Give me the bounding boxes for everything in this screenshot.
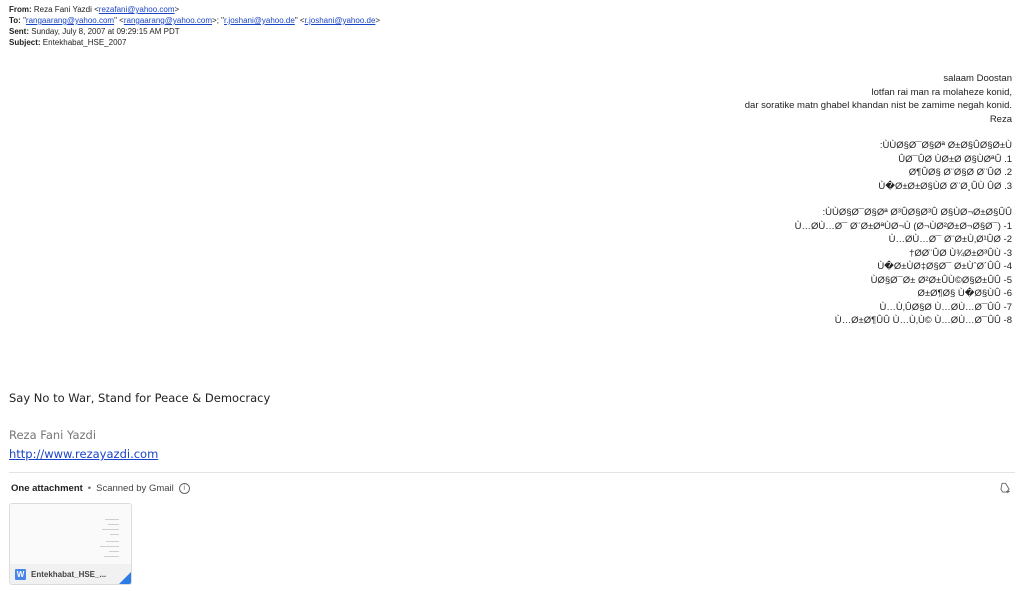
sent-row: Sent: Sunday, July 8, 2007 at 09:29:15 A… xyxy=(9,26,380,37)
attachment-count: One attachment xyxy=(11,483,83,494)
body-line: ÛØ¯ÛØ ÙØ±Ø Ø§ÙØªÛ .1 xyxy=(898,153,1012,165)
body-line: Ù…Ø±Ø¶ÛÛ Ù…Ù‚Ù© Ù…ØÙ…Ø¯ÛÛ -8 xyxy=(834,315,1012,326)
attachment-filename: Entekhabat_HSE_... xyxy=(31,569,107,579)
attachment-card[interactable]: W Entekhabat_HSE_... xyxy=(9,503,132,585)
to-row: To: "rangaarang@yahoo.com" <rangaarang@y… xyxy=(9,16,381,25)
body-line: Ù…Ù‚ÛØ§Ø Ù…ØÙ…Ø¯ÛÛ -7 xyxy=(879,301,1012,313)
message-body: salaam Doostan lotfan rai man ra molahez… xyxy=(745,72,1012,328)
from-email-link[interactable]: rezafani@yahoo.com xyxy=(99,5,175,14)
subject-row: Subject: Entekhabat_HSE_2007 xyxy=(9,37,380,48)
from-name: Reza Fani Yazdi xyxy=(33,5,92,14)
to-recipient-1-email[interactable]: rangaarang@yahoo.com xyxy=(124,16,212,25)
sent-value: Sunday, July 8, 2007 at 09:29:15 AM PDT xyxy=(31,27,180,36)
body-line: :ÙÙØ§Ø¯Ø§Øª Ø±Ø§ÛØ§Ø±Ù xyxy=(879,140,1012,151)
from-label: From: xyxy=(9,5,32,14)
signature-website-link[interactable]: http://www.rezayazdi.com xyxy=(9,447,158,461)
body-line: Reza xyxy=(989,113,1012,125)
attachment-footer: W Entekhabat_HSE_... xyxy=(10,564,131,584)
subject-value: Entekhabat_HSE_2007 xyxy=(42,38,127,47)
body-line: Ù�Ø±ÙØ‡Ø§Ø¯ Ø±ÙˆØ´ÛÛ -4 xyxy=(877,261,1012,272)
to-recipient-2-email[interactable]: r.joshani@yahoo.de xyxy=(305,16,376,25)
body-line: †ØØ¨ÛØ Ù¾Ø±Ø³ÛÙ -3 xyxy=(909,247,1012,259)
to-label: To: xyxy=(9,16,21,25)
body-line: Ù…ØÙ…Ø¯ Ø¨Ø±Ù‚Ø¹ÛØ -2 xyxy=(888,234,1012,245)
sent-label: Sent: xyxy=(9,27,29,36)
body-line: Ù�Ø±Ø±Ø§ÙØ Ø¨Ø¸ÛÙ ÛØ .3 xyxy=(878,180,1012,192)
info-icon[interactable]: i xyxy=(178,483,190,494)
scanned-by-gmail-label: Scanned by Gmail xyxy=(96,483,174,494)
body-line: salaam Doostan xyxy=(943,73,1012,84)
attachment-corner-fold xyxy=(119,572,131,584)
attachment-preview xyxy=(10,504,131,564)
signature-name: Reza Fani Yazdi xyxy=(9,428,97,442)
body-line: :ÙÙØ§Ø¯Ø§Øª Ø³ÛØ§Ø³Û Ø§ÙØ¬Ø±Ø§ÛÛ xyxy=(822,207,1013,218)
separator-dot: • xyxy=(87,483,92,494)
body-line: dar soratike matn ghabel khandan nist be… xyxy=(744,100,1012,111)
body-line: Ø±Ø¶Ø§ Ù�Ø§ÙÛ -6 xyxy=(917,288,1013,299)
attachments-divider xyxy=(9,472,1015,473)
word-document-icon: W xyxy=(15,568,26,580)
to-recipient-1-name[interactable]: rangaarang@yahoo.com xyxy=(26,16,114,25)
from-row: From: Reza Fani Yazdi <rezafani@yahoo.co… xyxy=(9,5,180,14)
message-header: From: Reza Fani Yazdi <rezafani@yahoo.co… xyxy=(9,4,380,48)
subject-label: Subject: xyxy=(9,38,41,47)
body-line: ÙØ§Ø¯Ø± Ø²Ø±ÛÙ©Ø§Ø±ÛÛ -5 xyxy=(870,274,1012,286)
attachments-bar: One attachment • Scanned by Gmail i xyxy=(11,483,190,494)
to-recipient-2-name[interactable]: r.joshani@yahoo.de xyxy=(224,16,295,25)
add-to-drive-icon[interactable] xyxy=(998,481,1012,495)
signature-slogan: Say No to War, Stand for Peace & Democra… xyxy=(9,391,271,405)
body-line: lotfan rai man ra molaheze konid, xyxy=(871,86,1012,98)
body-line: Ù…ØÙ…Ø¯ Ø¨Ø±ØªÙØ¬Ù (Ø¬ÙØ²Ø±Ø¬Ø§Ø¯) -1 xyxy=(794,220,1012,232)
body-line: Ø¶ÛØ§ Ø¨Ø§Ø Ø¨ÛØ .2 xyxy=(908,167,1012,178)
